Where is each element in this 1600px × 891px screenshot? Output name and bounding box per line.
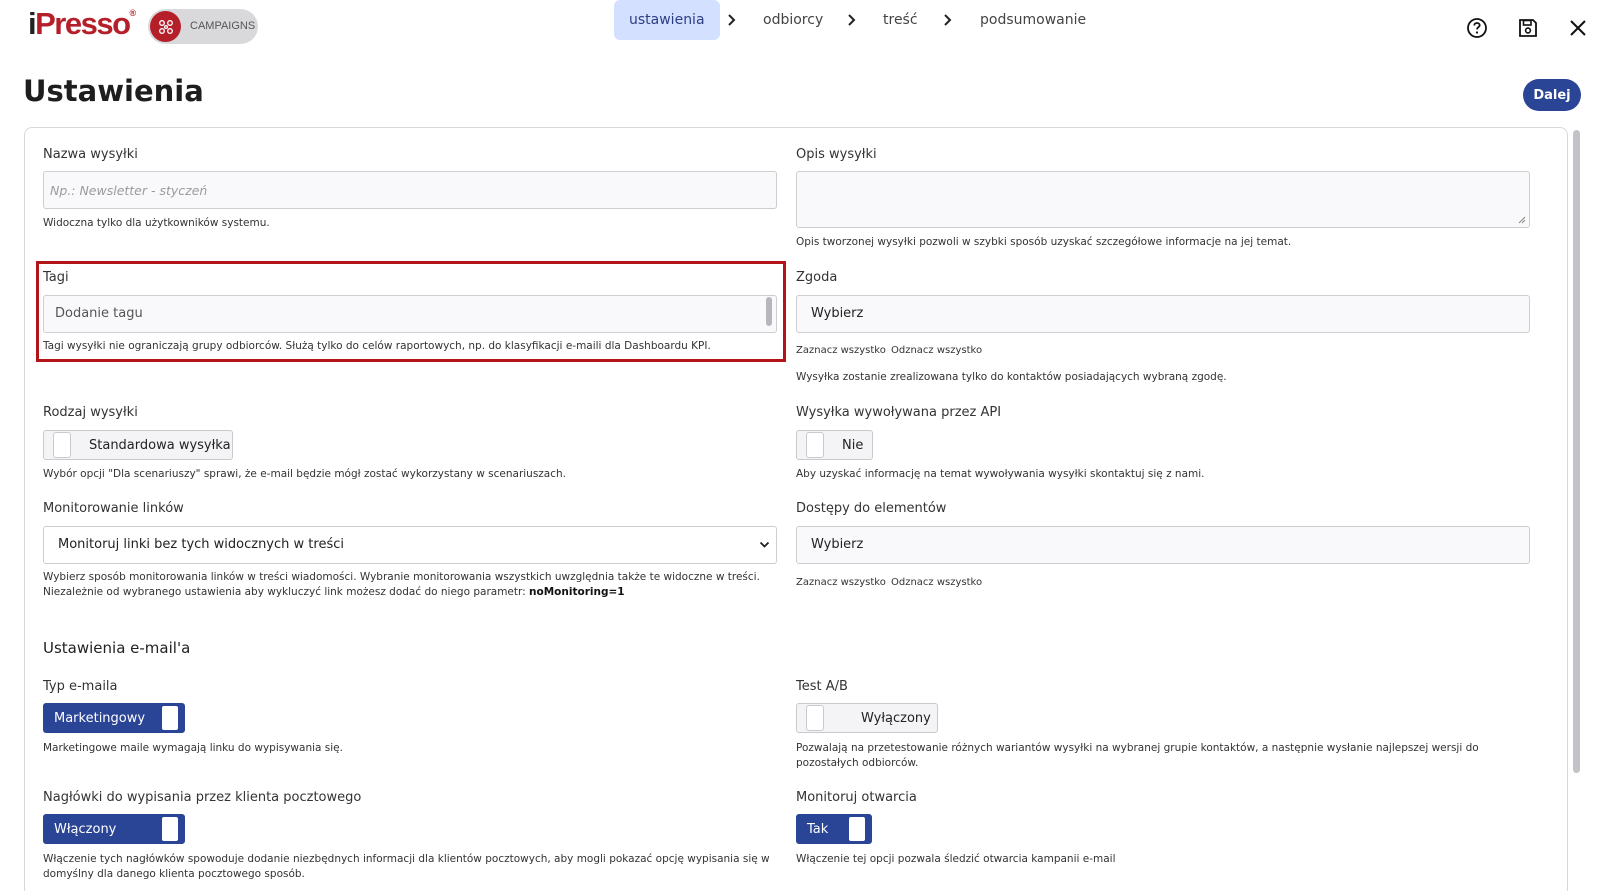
chevron-down-icon [759,541,770,548]
consent-help: Wysyłka zostanie zrealizowana tylko do k… [796,371,1227,383]
step-odbiorcy[interactable]: odbiorcy [763,0,823,40]
name-placeholder: Np.: Newsletter - styczeń [50,183,208,198]
tags-scrollbar[interactable] [766,297,772,326]
ab-test-label: Test A/B [796,679,848,694]
email-type-help: Marketingowe maile wymagają linku do wyp… [43,742,343,754]
consent-deselect-all-link[interactable]: Odznacz wszystko [891,345,982,356]
unsubscribe-headers-help-2: domyślny dla danego klienta pocztowego s… [43,868,305,880]
step-tresc[interactable]: treść [883,0,918,40]
api-send-value: Nie [842,438,864,453]
ab-test-help-1: Pozwalają na przetestowanie różnych wari… [796,742,1479,754]
description-textarea[interactable] [796,171,1530,228]
unsubscribe-headers-value: Włączony [54,822,117,837]
access-select-all-link[interactable]: Zaznacz wszystko [796,577,886,588]
campaigns-label: CAMPAIGNS [190,20,256,32]
email-type-label: Typ e-maila [43,679,118,694]
tags-placeholder: Dodanie tagu [55,306,143,321]
consent-select-all-link[interactable]: Zaznacz wszystko [796,345,886,356]
next-button[interactable]: Dalej [1523,79,1581,111]
track-opens-label: Monitoruj otwarcia [796,790,917,805]
save-icon[interactable] [1517,17,1539,39]
campaigns-module-badge[interactable]: CAMPAIGNS [148,9,258,44]
element-access-select[interactable]: Wybierz [796,526,1530,564]
description-help: Opis tworzonej wysyłki pozwoli w szybki … [796,236,1292,248]
email-type-toggle[interactable]: Marketingowy [43,703,185,733]
consent-select[interactable]: Wybierz [796,295,1530,333]
chevron-right-icon [848,14,856,26]
element-access-label: Dostępy do elementów [796,501,947,516]
ab-test-help-2: pozostałych odbiorców. [796,757,919,769]
link-monitoring-label: Monitorowanie linków [43,501,184,516]
tags-label: Tagi [43,270,69,285]
send-type-toggle[interactable]: Standardowa wysyłka [43,430,233,460]
ab-test-toggle[interactable]: Wyłączony [796,703,938,733]
chevron-right-icon [728,14,736,26]
link-monitoring-help-1: Wybierz sposób monitorowania linków w tr… [43,571,760,583]
link-monitoring-help-prefix: Niezależnie od wybranego ustawienia aby … [43,586,530,598]
description-label: Opis wysyłki [796,147,877,162]
track-opens-value: Tak [807,822,829,837]
step-podsumowanie[interactable]: podsumowanie [980,0,1086,40]
logo-wordmark: Presso [35,6,131,41]
unsubscribe-headers-label: Nagłówki do wypisania przez klienta pocz… [43,790,362,805]
consent-value: Wybierz [811,306,864,321]
api-send-label: Wysyłka wywoływana przez API [796,405,1002,420]
api-send-toggle[interactable]: Nie [796,430,873,460]
element-access-value: Wybierz [811,537,864,552]
toggle-knob [161,705,179,731]
toggle-knob [161,816,179,842]
no-monitoring-param: noMonitoring=1 [529,586,625,598]
email-settings-title: Ustawienia e-mail'a [43,639,191,657]
close-icon[interactable] [1567,17,1589,39]
access-deselect-all-link[interactable]: Odznacz wszystko [891,577,982,588]
name-help: Widoczna tylko dla użytkowników systemu. [43,217,270,229]
toggle-knob [806,432,824,458]
step-label: podsumowanie [980,12,1087,28]
page-title: Ustawienia [23,74,204,108]
step-label: odbiorcy [763,12,824,28]
link-monitoring-select[interactable]: Monitoruj linki bez tych widocznych w tr… [43,526,777,564]
chevron-right-icon [944,14,952,26]
unsubscribe-headers-help-1: Włączenie tych nagłówków spowoduje dodan… [43,853,770,865]
resize-handle-icon[interactable] [1518,216,1526,224]
logo-registered-mark: ® [129,8,137,18]
ab-test-value: Wyłączony [861,711,931,726]
toggle-knob [848,816,866,842]
step-label: ustawienia [629,12,705,28]
track-opens-toggle[interactable]: Tak [796,814,872,844]
name-label: Nazwa wysyłki [43,147,138,162]
api-send-help: Aby uzyskać informację na temat wywoływa… [796,468,1205,480]
email-type-value: Marketingowy [54,711,146,726]
step-ustawienia[interactable]: ustawienia [614,0,720,40]
send-type-label: Rodzaj wysyłki [43,405,138,420]
track-opens-help: Włączenie tej opcji pozwala śledzić otwa… [796,853,1116,865]
send-type-value: Standardowa wysyłka [89,438,231,453]
top-bar: iPresso® CAMPAIGNS ustawienia odbiorcy t… [0,0,1600,52]
ipresso-logo[interactable]: iPresso® [28,6,137,42]
campaigns-icon [150,11,181,42]
scrollbar-thumb[interactable] [1573,130,1580,773]
toggle-knob [806,705,824,731]
name-input[interactable]: Np.: Newsletter - styczeń [43,171,777,209]
tags-help: Tagi wysyłki nie ograniczają grupy odbio… [43,340,711,352]
toggle-knob [53,432,71,458]
send-type-help: Wybór opcji "Dla scenariuszy" sprawi, że… [43,468,567,480]
consent-label: Zgoda [796,270,838,285]
link-monitoring-help-2: Niezależnie od wybranego ustawienia aby … [43,585,625,600]
unsubscribe-headers-toggle[interactable]: Włączony [43,814,185,844]
help-icon[interactable] [1466,17,1488,39]
link-monitoring-value: Monitoruj linki bez tych widocznych w tr… [58,537,344,552]
step-label: treść [883,12,918,28]
tags-input[interactable]: Dodanie tagu [43,295,777,333]
